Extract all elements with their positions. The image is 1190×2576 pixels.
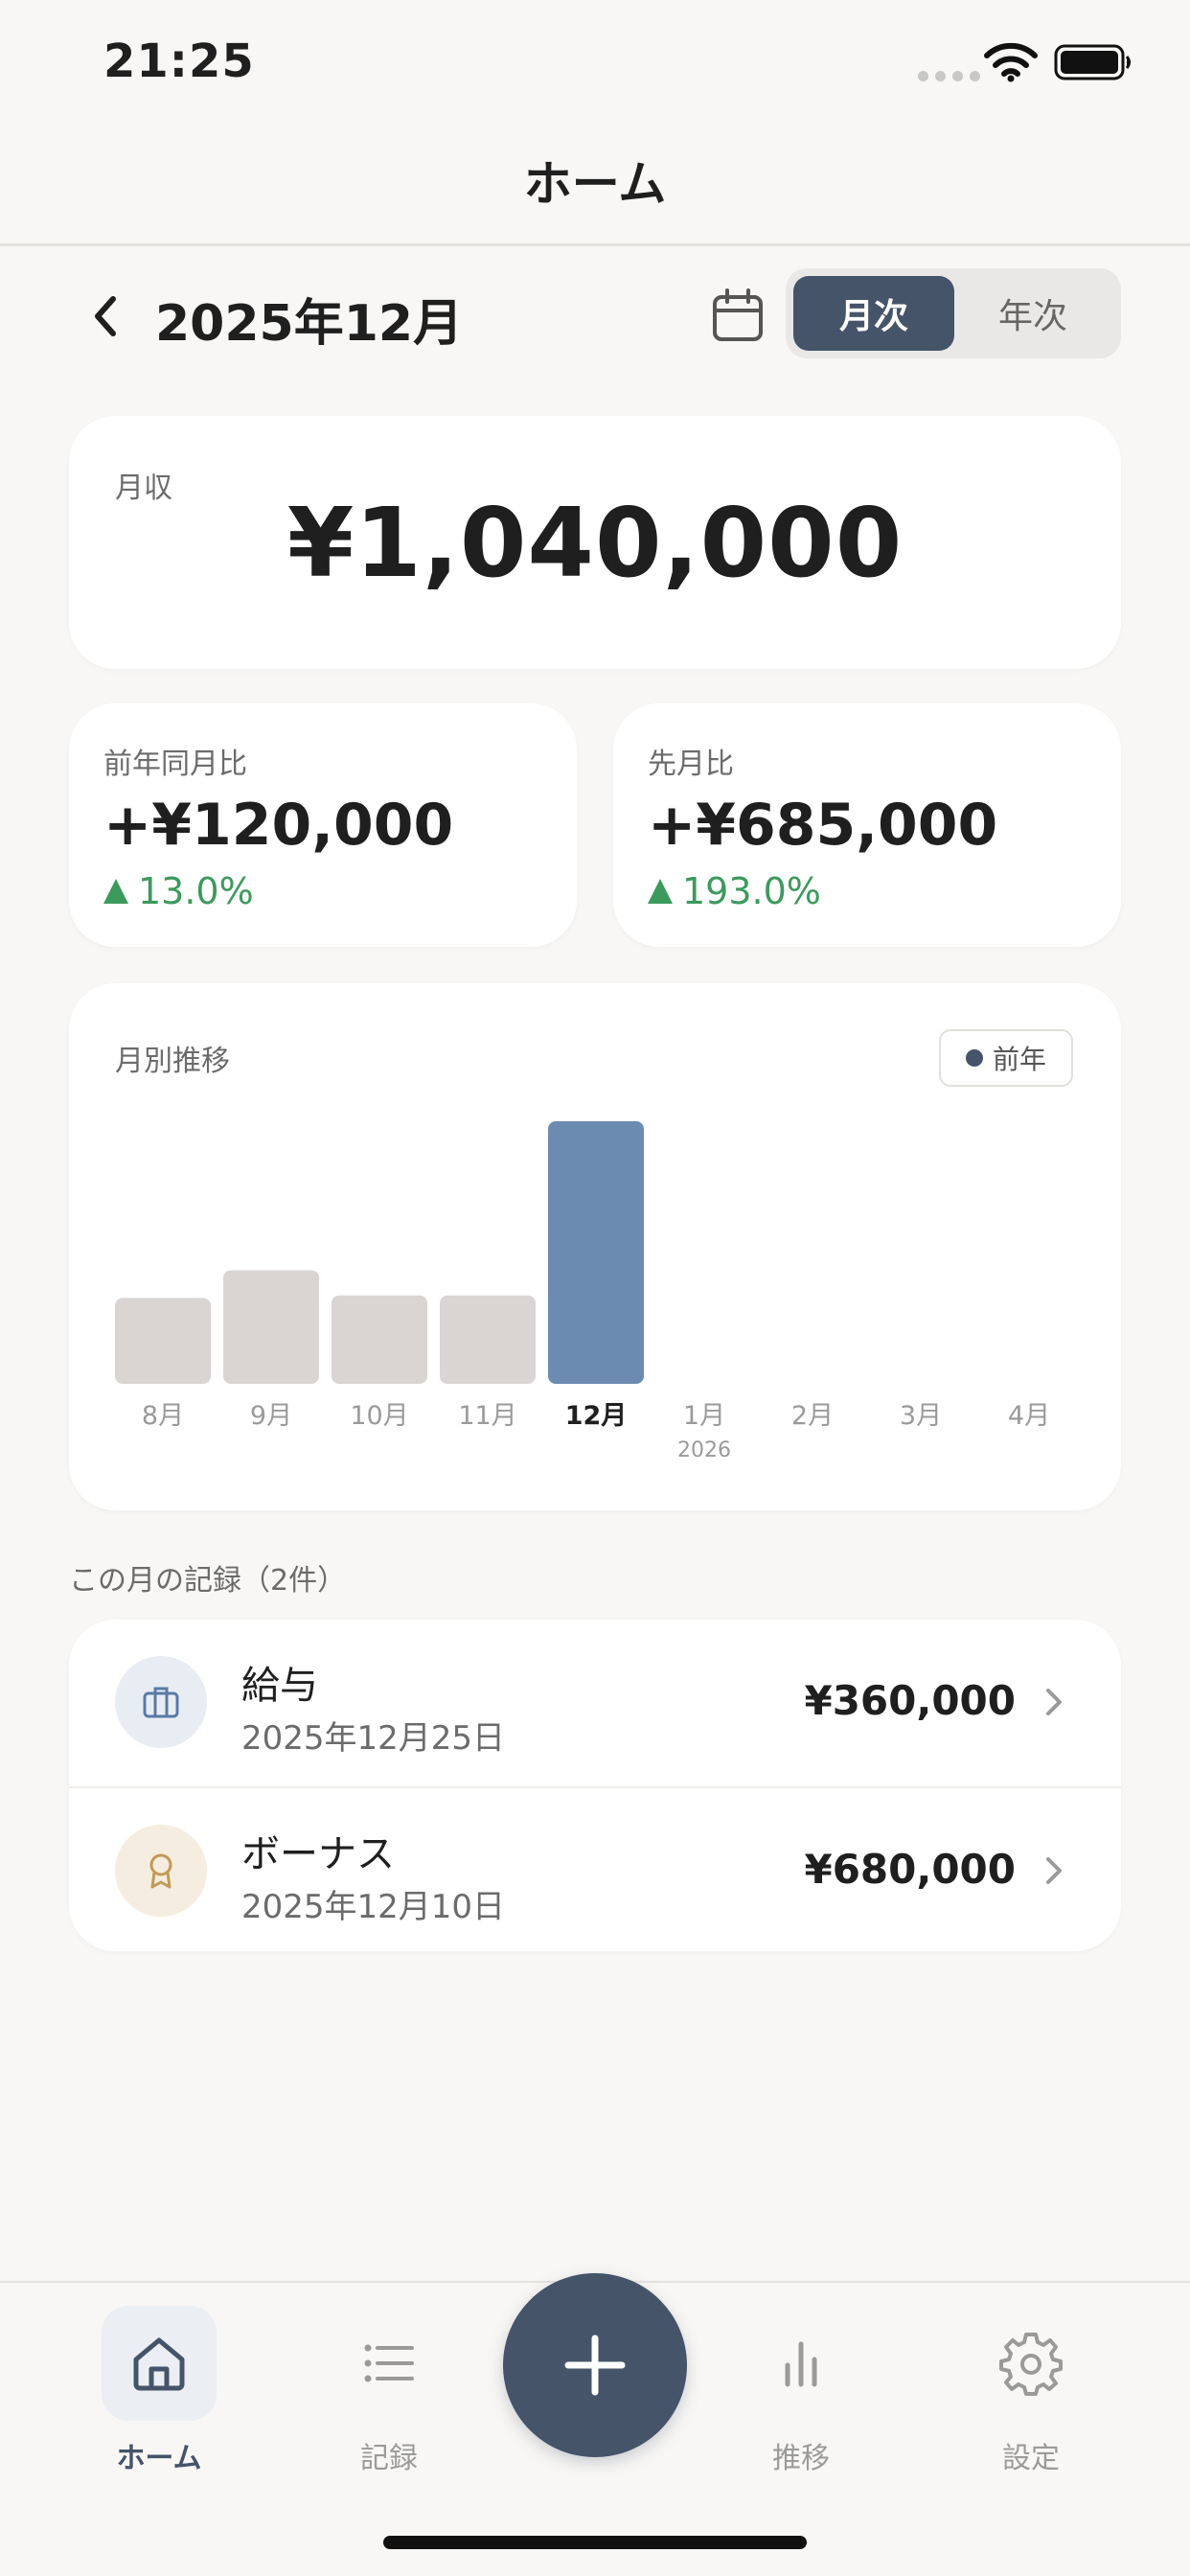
plus-icon <box>564 2334 626 2396</box>
comparison-percent-value: 193.0% <box>682 870 821 912</box>
calendar-icon[interactable] <box>711 288 765 343</box>
monthly-toggle-button[interactable]: 月次 <box>793 276 954 351</box>
page-title: ホーム <box>523 156 667 212</box>
tab-label: ホーム <box>116 2442 202 2475</box>
record-date: 2025年12月25日 <box>241 1719 506 1758</box>
income-amount: ¥1,040,000 <box>286 487 904 599</box>
tab-label: 推移 <box>772 2442 830 2475</box>
award-ribbon-icon <box>115 1825 207 1917</box>
chevron-right-icon <box>1046 1857 1062 1884</box>
list-icon <box>364 2344 414 2382</box>
chart-tick-label: 9月 <box>250 1401 292 1431</box>
record-amount: ¥680,000 <box>804 1846 1016 1893</box>
chart-bar <box>115 1298 211 1384</box>
battery-icon <box>1054 44 1131 80</box>
comparison-amount: +¥120,000 <box>103 792 454 859</box>
chart-tick-label: 2月 <box>791 1401 834 1431</box>
chevron-right-icon <box>1046 1689 1062 1715</box>
tab-home[interactable]: ホーム <box>102 2306 217 2476</box>
chart-tick-label: 12月 <box>565 1401 628 1431</box>
status-time: 21:25 <box>103 34 255 88</box>
comparison-amount: +¥685,000 <box>648 792 998 859</box>
cellular-signal-icon <box>918 71 980 81</box>
records-section-heading: この月の記録（2件） <box>69 1564 347 1598</box>
tab-label: 記録 <box>360 2442 418 2475</box>
monthly-trend-card: 月別推移 前年 8月 9月 10月 11月 12月 1月 2026 2月 3月 4月 <box>69 983 1121 1510</box>
chart-bar <box>548 1121 644 1384</box>
tab-label: 設定 <box>1002 2442 1060 2475</box>
record-row[interactable]: ボーナス 2025年12月10日 ¥680,000 <box>69 1786 1121 1951</box>
current-period-label: 2025年12月 <box>155 295 464 353</box>
home-indicator <box>383 2536 807 2549</box>
record-name: ボーナス <box>241 1832 395 1876</box>
tab-records[interactable]: 記録 <box>332 2306 446 2476</box>
gear-icon <box>999 2333 1063 2396</box>
tab-settings[interactable]: 設定 <box>973 2306 1088 2476</box>
yearly-toggle-button[interactable]: 年次 <box>952 276 1113 351</box>
chart-tick-label: 4月 <box>1008 1401 1050 1431</box>
comparison-percent-value: 13.0% <box>138 870 254 912</box>
period-toggle: 月次 年次 <box>786 268 1121 358</box>
chart-tick-label: 3月 <box>900 1401 942 1431</box>
record-date: 2025年12月10日 <box>241 1888 506 1926</box>
month-over-month-card: 先月比 +¥685,000 193.0% <box>613 703 1121 947</box>
chart-tick-label: 10月 <box>350 1401 408 1431</box>
comparison-label: 前年同月比 <box>103 748 247 781</box>
chart-bar <box>332 1295 427 1384</box>
header-divider <box>0 243 1190 246</box>
previous-month-chevron-icon[interactable] <box>84 288 123 345</box>
tab-trends[interactable]: 推移 <box>744 2306 858 2476</box>
comparison-label: 先月比 <box>648 748 734 781</box>
record-amount: ¥360,000 <box>804 1677 1016 1724</box>
add-record-button[interactable] <box>503 2273 687 2457</box>
home-icon <box>133 2337 185 2391</box>
briefcase-icon <box>115 1656 207 1748</box>
comparison-percent: 193.0% <box>648 870 821 912</box>
up-triangle-icon <box>103 879 128 904</box>
record-name: 給与 <box>241 1664 318 1708</box>
chart-bar <box>223 1270 319 1384</box>
monthly-bar-chart: 8月 9月 10月 11月 12月 1月 2026 2月 3月 4月 <box>115 1121 1050 1462</box>
comparison-percent: 13.0% <box>103 870 254 912</box>
wifi-icon <box>984 42 1038 82</box>
records-list: 給与 2025年12月25日 ¥360,000 ボーナス 2025年12月10日… <box>69 1620 1121 1951</box>
chart-tick-label: 8月 <box>142 1401 184 1431</box>
record-row[interactable]: 給与 2025年12月25日 ¥360,000 <box>69 1620 1121 1784</box>
monthly-income-card: 月収 ¥1,040,000 <box>69 416 1121 669</box>
chart-tick-sublabel: 2026 <box>677 1438 731 1462</box>
chart-tick-label: 11月 <box>458 1401 516 1431</box>
up-triangle-icon <box>648 879 673 904</box>
chart-bar <box>440 1295 536 1384</box>
bar-chart-icon <box>785 2341 817 2387</box>
year-over-year-card: 前年同月比 +¥120,000 13.0% <box>69 703 577 947</box>
chart-tick-label: 1月 <box>683 1401 725 1431</box>
